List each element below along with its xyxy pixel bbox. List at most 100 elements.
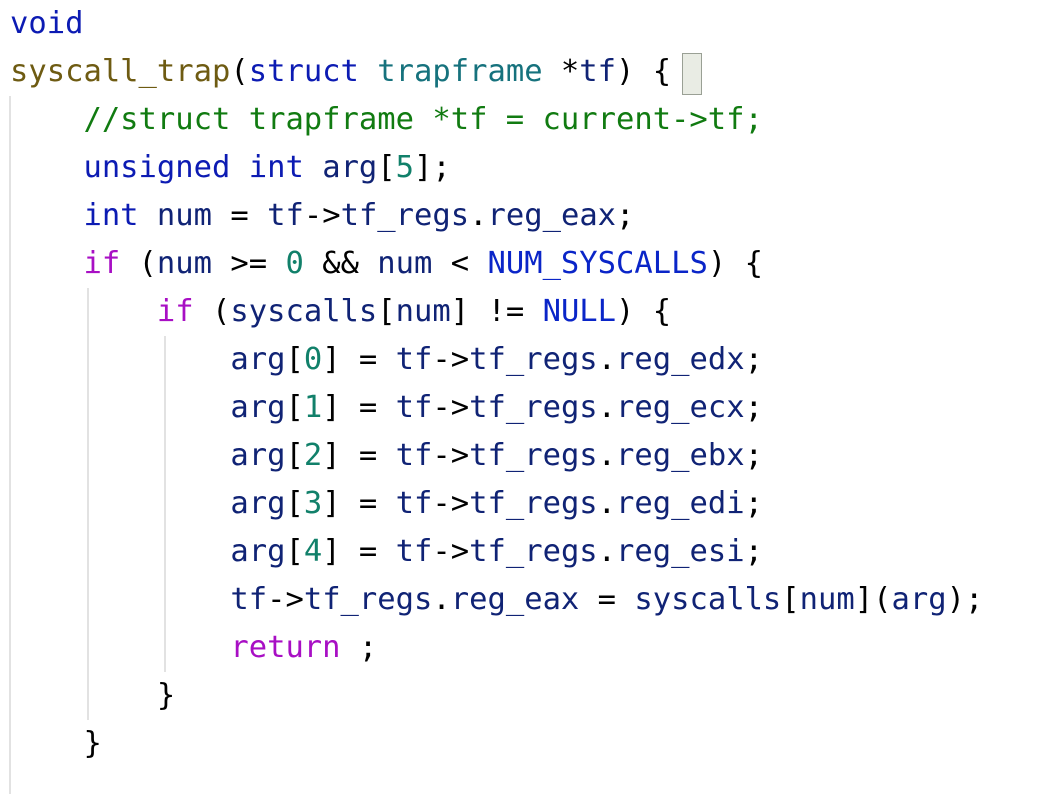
- code-token: reg_esi: [616, 534, 745, 569]
- code-token: reg_eax: [450, 582, 580, 617]
- code-token: [: [285, 438, 304, 473]
- code-token: 4: [303, 534, 323, 569]
- code-token: [: [285, 534, 304, 569]
- code-token: [: [377, 150, 396, 185]
- matching-brace-highlight: [682, 53, 702, 95]
- code-token: [: [377, 294, 396, 329]
- code-token: .: [597, 390, 617, 425]
- code-token: ;: [744, 438, 763, 473]
- code-token: ;: [744, 486, 763, 521]
- code-token: arg: [322, 150, 378, 185]
- code-token: ->: [432, 534, 470, 569]
- code-line: }: [10, 720, 101, 768]
- code-line: }: [10, 672, 175, 720]
- code-token: ;: [616, 198, 635, 233]
- code-token: [: [781, 582, 800, 617]
- code-line: int num = tf->tf_regs.reg_eax;: [10, 192, 634, 240]
- code-token: *: [542, 54, 580, 89]
- code-token: ] =: [322, 342, 396, 377]
- code-line: if (num >= 0 && num < NUM_SYSCALLS) {: [10, 240, 763, 288]
- code-token: syscalls: [230, 294, 378, 329]
- code-editor[interactable]: void syscall_trap(struct trapframe *tf) {…: [0, 0, 1064, 794]
- code-line: if (syscalls[num] != NULL) {: [10, 288, 671, 336]
- code-token: tf_regs: [469, 342, 598, 377]
- code-token: {: [652, 54, 672, 89]
- code-token: ->: [432, 486, 470, 521]
- code-token: num: [156, 198, 213, 233]
- code-token: =: [212, 198, 268, 233]
- code-token: ->: [432, 342, 470, 377]
- code-line: arg[0] = tf->tf_regs.reg_edx;: [10, 336, 763, 384]
- code-token: ] =: [322, 390, 396, 425]
- code-token: ) {: [707, 246, 763, 281]
- code-line: unsigned int arg[5];: [10, 144, 451, 192]
- code-token: .: [469, 198, 488, 233]
- code-token: arg: [230, 390, 286, 425]
- code-token: ] !=: [450, 294, 543, 329]
- code-token: tf: [395, 438, 433, 473]
- code-token: ;: [340, 630, 378, 665]
- code-token: if: [156, 294, 194, 329]
- code-token: int: [248, 150, 304, 185]
- code-token: syscall_trap: [10, 54, 231, 89]
- code-token: ];: [414, 150, 451, 185]
- code-token: trapframe: [377, 54, 543, 89]
- code-line: return ;: [10, 624, 377, 672]
- code-token: tf_regs: [469, 438, 598, 473]
- code-line: arg[4] = tf->tf_regs.reg_esi;: [10, 528, 763, 576]
- code-token: ;: [744, 534, 763, 569]
- code-token: void: [10, 6, 84, 41]
- code-token: tf_regs: [469, 390, 598, 425]
- code-line: void: [10, 0, 83, 48]
- code-token: 0: [285, 246, 304, 281]
- code-token: tf: [267, 198, 304, 233]
- code-token: ->: [267, 582, 304, 617]
- code-token: [: [285, 390, 304, 425]
- code-token: <: [432, 246, 488, 281]
- code-token: 2: [303, 438, 323, 473]
- code-token: num: [156, 246, 213, 281]
- code-token: reg_edi: [616, 486, 745, 521]
- code-token: reg_eax: [487, 198, 617, 233]
- code-token: ->: [432, 390, 470, 425]
- code-token: (: [230, 54, 249, 89]
- code-token: tf_regs: [469, 534, 598, 569]
- code-token: NULL: [542, 294, 617, 329]
- code-token: tf: [395, 486, 433, 521]
- code-token: 1: [303, 390, 323, 425]
- code-token: (: [193, 294, 231, 329]
- code-token: tf: [579, 54, 617, 89]
- code-token: tf: [395, 534, 433, 569]
- code-token: arg: [230, 438, 286, 473]
- code-token: ] =: [322, 486, 396, 521]
- code-token: tf: [395, 342, 433, 377]
- code-token: tf: [230, 582, 268, 617]
- code-token: ->: [432, 438, 470, 473]
- code-token: ->: [303, 198, 341, 233]
- code-token: [: [285, 486, 304, 521]
- code-token: ](: [854, 582, 892, 617]
- code-line: //struct trapframe *tf = current->tf;: [10, 96, 763, 144]
- code-line: arg[2] = tf->tf_regs.reg_ebx;: [10, 432, 763, 480]
- code-token: ;: [744, 342, 763, 377]
- code-token: //struct trapframe *tf = current->tf;: [83, 102, 763, 137]
- code-token: =: [579, 582, 635, 617]
- code-token: .: [597, 438, 617, 473]
- code-line: tf->tf_regs.reg_eax = syscalls[num](arg)…: [10, 576, 983, 624]
- code-token: 3: [303, 486, 323, 521]
- code-token: ] =: [322, 438, 396, 473]
